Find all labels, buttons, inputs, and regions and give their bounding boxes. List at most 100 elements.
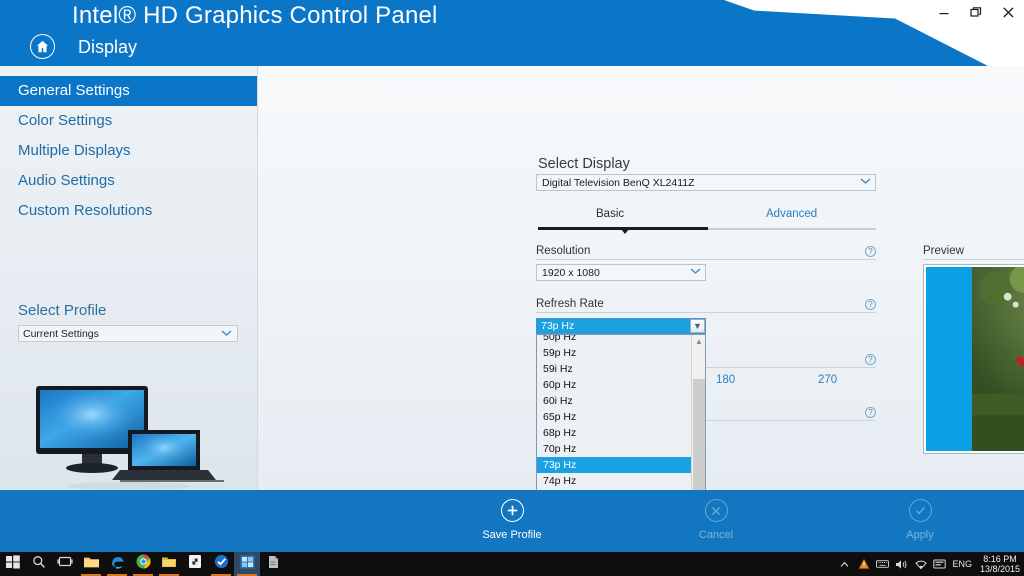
intel-logo: intel bbox=[952, 26, 1008, 56]
volume-icon[interactable] bbox=[895, 557, 908, 571]
select-display-value: Digital Television BenQ XL2411Z bbox=[542, 177, 695, 189]
edge-icon bbox=[110, 554, 125, 574]
intel-control-panel-button[interactable] bbox=[234, 552, 260, 576]
chrome-icon bbox=[136, 554, 151, 574]
refresh-rate-option[interactable]: 50p Hz bbox=[537, 334, 692, 345]
footer-action-bar: Save Profile Cancel Apply bbox=[0, 490, 1024, 552]
folder-app-button[interactable] bbox=[156, 552, 182, 576]
preview-label: Preview bbox=[923, 245, 964, 257]
home-button[interactable] bbox=[30, 34, 55, 59]
monitor-and-laptop-illustration bbox=[32, 382, 228, 492]
task-view-button[interactable] bbox=[52, 552, 78, 576]
title-bar: Intel® HD Graphics Control Panel Display… bbox=[0, 0, 1024, 66]
mode-tabs: Basic Advanced bbox=[538, 208, 876, 234]
rotation-option-180[interactable]: 180 bbox=[716, 374, 735, 386]
sidebar-nav: General Settings Color Settings Multiple… bbox=[0, 66, 257, 226]
help-icon[interactable]: ? bbox=[865, 354, 876, 365]
select-profile-label: Select Profile bbox=[0, 302, 258, 319]
scrollbar-thumb[interactable] bbox=[693, 379, 705, 503]
help-icon[interactable]: ? bbox=[865, 299, 876, 310]
sidebar: General Settings Color Settings Multiple… bbox=[0, 66, 258, 490]
rotation-option-270[interactable]: 270 bbox=[818, 374, 837, 386]
gray-app-icon bbox=[266, 555, 280, 574]
file-explorer-button[interactable] bbox=[78, 552, 104, 576]
sidebar-item-custom-resolutions[interactable]: Custom Resolutions bbox=[0, 196, 257, 226]
chevron-down-icon[interactable]: ▼ bbox=[690, 319, 705, 333]
check-blue-icon bbox=[214, 554, 229, 574]
refresh-rate-option[interactable]: 60i Hz bbox=[537, 393, 692, 409]
apply-button[interactable]: Apply bbox=[860, 499, 980, 541]
chevron-down-icon bbox=[690, 267, 701, 279]
sidebar-item-multiple-displays[interactable]: Multiple Displays bbox=[0, 136, 257, 166]
warning-icon[interactable] bbox=[857, 557, 870, 571]
refresh-rate-option[interactable]: 59p Hz bbox=[537, 345, 692, 361]
chevron-down-icon bbox=[860, 177, 871, 189]
tab-basic[interactable]: Basic bbox=[596, 208, 624, 220]
select-profile-dropdown[interactable]: Current Settings bbox=[18, 325, 238, 342]
restore-button[interactable] bbox=[966, 3, 986, 21]
refresh-rate-option[interactable]: 65p Hz bbox=[537, 409, 692, 425]
sidebar-item-general-settings[interactable]: General Settings bbox=[0, 76, 257, 106]
refresh-rate-label: Refresh Rate bbox=[536, 298, 604, 310]
sidebar-item-color-settings[interactable]: Color Settings bbox=[0, 106, 257, 136]
action-center-icon[interactable] bbox=[933, 557, 946, 571]
taskbar-items bbox=[0, 552, 286, 576]
save-profile-button[interactable]: Save Profile bbox=[452, 499, 572, 541]
refresh-rate-option[interactable]: 60p Hz bbox=[537, 377, 692, 393]
windows-taskbar: ENG 8:16 PM 13/8/2015 bbox=[0, 552, 1024, 576]
language-indicator[interactable]: ENG bbox=[952, 559, 972, 569]
refresh-rate-option-selected[interactable]: 73p Hz bbox=[537, 457, 692, 473]
sidebar-item-label: Custom Resolutions bbox=[18, 202, 152, 219]
window-controls bbox=[934, 3, 1018, 21]
clock-date: 13/8/2015 bbox=[980, 564, 1020, 574]
task-view-icon bbox=[57, 555, 73, 573]
close-button[interactable] bbox=[998, 3, 1018, 21]
preview-inner bbox=[926, 267, 1024, 451]
start-button[interactable] bbox=[0, 552, 26, 576]
misc-app-button[interactable] bbox=[260, 552, 286, 576]
sidebar-item-label: Audio Settings bbox=[18, 172, 115, 189]
minimize-button[interactable] bbox=[934, 3, 954, 21]
home-icon bbox=[36, 40, 49, 53]
refresh-rate-dropdown[interactable]: 73p Hz ▼ bbox=[536, 318, 706, 334]
preview-photo bbox=[972, 267, 1024, 451]
cancel-button[interactable]: Cancel bbox=[656, 499, 776, 541]
system-tray: ENG 8:16 PM 13/8/2015 bbox=[838, 552, 1020, 576]
store-icon bbox=[188, 554, 202, 574]
yellow-folder-icon bbox=[161, 555, 177, 574]
keyboard-icon[interactable] bbox=[876, 557, 889, 571]
sidebar-item-label: Multiple Displays bbox=[18, 142, 131, 159]
help-icon[interactable]: ? bbox=[865, 246, 876, 257]
help-icon[interactable]: ? bbox=[865, 407, 876, 418]
folder-icon bbox=[83, 555, 100, 574]
sidebar-item-label: Color Settings bbox=[18, 112, 112, 129]
tab-advanced[interactable]: Advanced bbox=[766, 208, 817, 220]
preview-pillarbox-left bbox=[926, 267, 972, 451]
select-profile-value: Current Settings bbox=[23, 328, 99, 340]
chrome-browser-button[interactable] bbox=[130, 552, 156, 576]
intel-graphics-control-panel-window: Intel® HD Graphics Control Panel Display… bbox=[0, 0, 1024, 576]
select-profile-block: Select Profile Current Settings bbox=[0, 302, 258, 342]
refresh-rate-option[interactable]: 74p Hz bbox=[537, 473, 692, 489]
messenger-app-button[interactable] bbox=[208, 552, 234, 576]
clock-time: 8:16 PM bbox=[980, 554, 1020, 564]
refresh-rate-option[interactable]: 68p Hz bbox=[537, 425, 692, 441]
refresh-rate-value: 73p Hz bbox=[541, 320, 574, 332]
resolution-dropdown[interactable]: 1920 x 1080 bbox=[536, 264, 706, 281]
network-icon[interactable] bbox=[914, 557, 927, 571]
page-title: Display bbox=[78, 37, 137, 58]
select-display-dropdown[interactable]: Digital Television BenQ XL2411Z bbox=[536, 174, 876, 191]
edge-browser-button[interactable] bbox=[104, 552, 130, 576]
sidebar-item-audio-settings[interactable]: Audio Settings bbox=[0, 166, 257, 196]
refresh-rate-option[interactable]: 59i Hz bbox=[537, 361, 692, 377]
resolution-label: Resolution bbox=[536, 245, 590, 257]
search-button[interactable] bbox=[26, 552, 52, 576]
scroll-up-arrow-icon[interactable]: ▲ bbox=[692, 335, 706, 349]
resolution-label-row: Resolution ? bbox=[536, 245, 876, 260]
show-hidden-icons-button[interactable] bbox=[838, 557, 851, 571]
clock[interactable]: 8:16 PM 13/8/2015 bbox=[980, 554, 1020, 574]
store-app-button[interactable] bbox=[182, 552, 208, 576]
refresh-rate-option[interactable]: 70p Hz bbox=[537, 441, 692, 457]
mode-tabs-knob[interactable] bbox=[621, 229, 629, 234]
refresh-rate-label-row: Refresh Rate ? bbox=[536, 298, 876, 313]
